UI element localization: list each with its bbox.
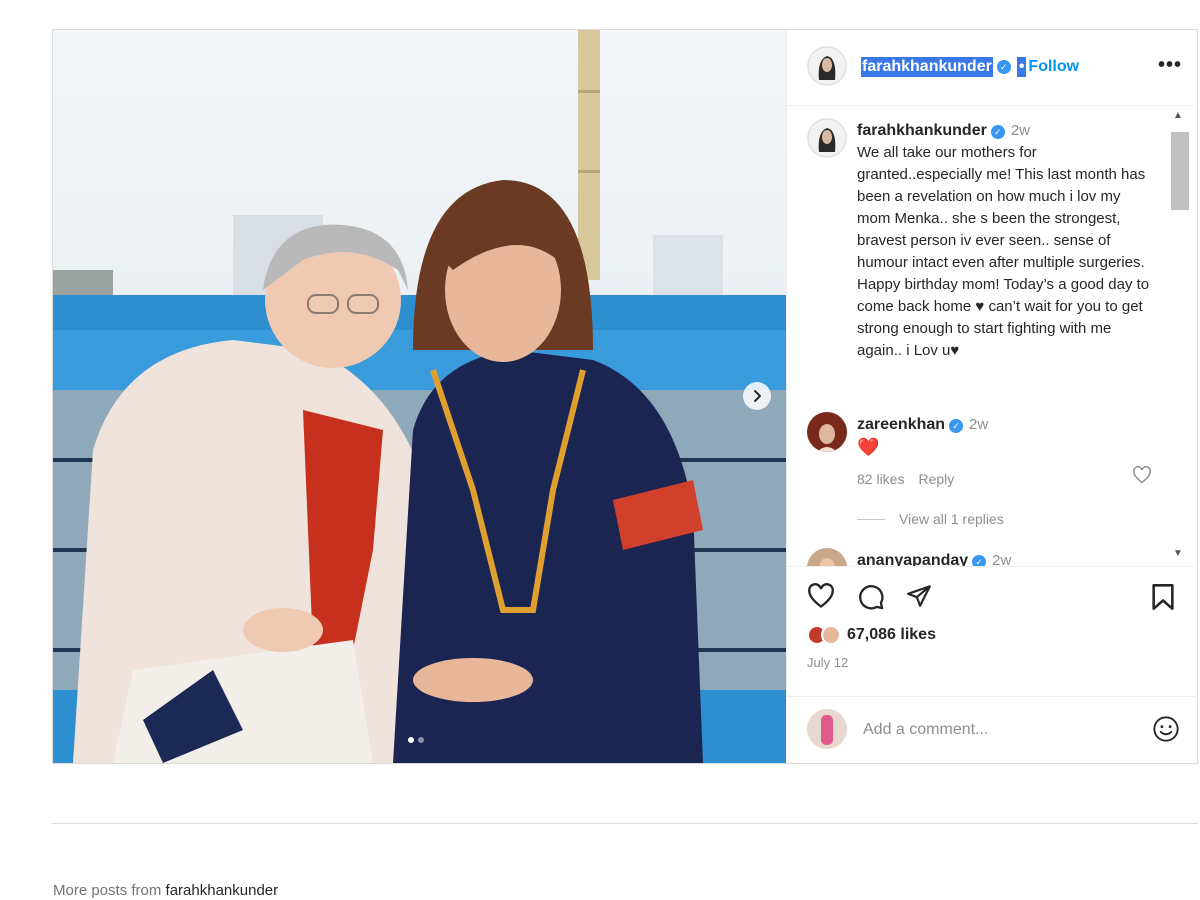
separator-dot: • — [1016, 57, 1027, 77]
post-side-panel: farahkhankunder ✓ • Follow ••• farahkhan… — [786, 30, 1198, 763]
avatar-image — [807, 412, 847, 452]
post-photo[interactable] — [53, 30, 786, 763]
avatar[interactable] — [807, 548, 847, 566]
carousel-dot — [418, 737, 424, 743]
avatar — [807, 709, 847, 749]
reply-button[interactable]: Reply — [918, 471, 954, 487]
avatar[interactable] — [807, 118, 847, 158]
comments-scrollbar[interactable]: ▲ ▼ — [1169, 106, 1189, 566]
next-photo-button[interactable] — [743, 382, 771, 410]
avatar-image — [807, 118, 847, 158]
like-button[interactable] — [807, 583, 835, 614]
verified-icon: ✓ — [990, 125, 1005, 139]
share-button[interactable] — [905, 583, 933, 614]
chevron-right-icon — [754, 390, 761, 402]
post-actions: 67,086 likes July 12 — [787, 566, 1198, 696]
avatar-image — [807, 548, 847, 566]
avatar-image — [807, 46, 847, 86]
caption-text: We all take our mothers for granted..esp… — [857, 144, 1150, 359]
replies-line — [857, 518, 885, 520]
more-options-button[interactable]: ••• — [1158, 54, 1182, 77]
post-author: farahkhankunder ✓ • Follow — [861, 56, 1079, 78]
liker-avatar — [821, 625, 841, 645]
comment-username[interactable]: ananyapanday — [857, 552, 968, 566]
verified-icon: ✓ — [972, 555, 987, 566]
comment-like-button[interactable] — [1132, 466, 1152, 489]
verified-icon: ✓ — [996, 60, 1011, 74]
comment-meta: 82 likes Reply — [857, 468, 1157, 490]
comment-text: ❤️ — [857, 437, 880, 457]
save-button[interactable] — [1151, 583, 1175, 616]
more-posts-username[interactable]: farahkhankunder — [166, 882, 279, 899]
avatar[interactable] — [807, 412, 847, 452]
comment-time: 2w — [992, 552, 1012, 566]
bookmark-icon — [1152, 584, 1174, 610]
carousel-dot — [408, 737, 414, 743]
caption-username[interactable]: farahkhankunder — [857, 122, 987, 139]
post-header: farahkhankunder ✓ • Follow ••• — [787, 30, 1198, 106]
photo-illustration — [53, 30, 786, 763]
add-comment-input[interactable] — [863, 717, 1123, 743]
caption-body: farahkhankunder ✓ 2w We all take our mothe… — [857, 120, 1157, 362]
emoji-button[interactable] — [1152, 715, 1180, 748]
post-author-username[interactable]: farahkhankunder — [861, 57, 993, 77]
scroll-up-arrow-icon[interactable]: ▲ — [1173, 110, 1183, 121]
comment-username[interactable]: zareenkhan — [857, 416, 945, 433]
likes-summary[interactable]: 67,086 likes — [807, 625, 936, 645]
avatar[interactable] — [807, 46, 847, 86]
verified-icon: ✓ — [949, 419, 964, 433]
emoji-icon — [1153, 716, 1179, 742]
comment-button[interactable] — [857, 583, 885, 616]
more-posts-prefix: More posts from — [53, 882, 162, 899]
comment-icon — [859, 585, 884, 610]
comment-body: ananyapanday ✓ 2w — [857, 550, 1157, 566]
share-icon — [907, 585, 931, 607]
add-comment-bar — [787, 696, 1198, 763]
follow-button[interactable]: Follow — [1028, 58, 1079, 76]
heart-icon — [1133, 466, 1151, 484]
scroll-down-arrow-icon[interactable]: ▼ — [1173, 548, 1183, 559]
carousel-dots — [408, 737, 424, 743]
scroll-thumb[interactable] — [1171, 132, 1189, 210]
section-divider — [52, 823, 1198, 824]
comments-list[interactable]: farahkhankunder ✓ 2w We all take our mothe… — [787, 106, 1198, 566]
likes-count: 67,086 likes — [847, 626, 936, 643]
avatar-image — [807, 709, 847, 749]
more-posts-heading: More posts from farahkhankunder — [53, 882, 278, 899]
heart-icon — [808, 583, 834, 608]
post-date: July 12 — [807, 655, 849, 670]
view-replies-button[interactable]: View all 1 replies — [857, 511, 1004, 527]
comment-body: zareenkhan ✓ 2w ❤️ 82 likes Reply — [857, 414, 1157, 490]
post-container: farahkhankunder ✓ • Follow ••• farahkhan… — [52, 29, 1198, 764]
comment-time: 2w — [969, 416, 989, 433]
comment-likes[interactable]: 82 likes — [857, 471, 904, 487]
view-replies-label: View all 1 replies — [899, 511, 1004, 527]
caption-time: 2w — [1010, 122, 1030, 139]
